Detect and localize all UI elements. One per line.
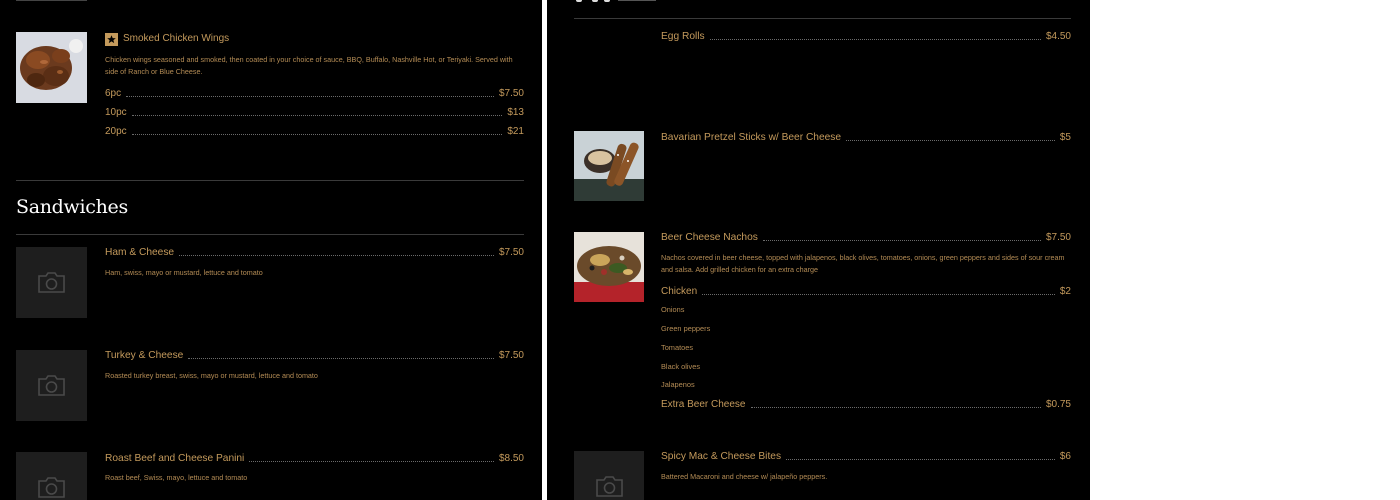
menu-item-row[interactable]: Beer Cheese Nachos $7.50 bbox=[661, 232, 1071, 244]
section-divider bbox=[16, 180, 524, 181]
chicken-wings-photo[interactable] bbox=[16, 32, 87, 103]
item-price: $4.50 bbox=[1045, 31, 1071, 42]
pretzel-sticks-photo[interactable] bbox=[574, 131, 644, 201]
wings-title-row: Smoked Chicken Wings bbox=[123, 33, 423, 45]
item-name: Ham & Cheese bbox=[105, 247, 175, 258]
addon-price: $0.75 bbox=[1045, 399, 1071, 410]
addon-label: Tomatoes bbox=[661, 343, 694, 352]
camera-icon bbox=[38, 272, 65, 293]
leader-dots bbox=[249, 461, 494, 462]
item-name: Bavarian Pretzel Sticks w/ Beer Cheese bbox=[661, 132, 842, 143]
item-name: Turkey & Cheese bbox=[105, 350, 184, 361]
menu-item-row[interactable]: Spicy Mac & Cheese Bites $6 bbox=[661, 451, 1071, 463]
option-label: 20pc bbox=[105, 126, 127, 137]
beer-cheese-nachos-photo[interactable] bbox=[574, 232, 644, 302]
menu-item-row[interactable]: Turkey & Cheese $7.50 bbox=[105, 350, 524, 362]
top-divider-stub bbox=[16, 0, 87, 1]
item-title[interactable]: Smoked Chicken Wings bbox=[123, 33, 229, 45]
wings-option-row: 10pc $13 bbox=[105, 107, 524, 119]
leader-dots bbox=[750, 407, 1041, 408]
image-placeholder bbox=[574, 451, 644, 500]
option-price: $13 bbox=[507, 107, 524, 118]
leader-dots bbox=[702, 294, 1055, 295]
item-description: Roasted turkey breast, swiss, mayo or mu… bbox=[105, 371, 318, 380]
item-price: $8.50 bbox=[498, 453, 524, 464]
item-description: Roast beef, Swiss, mayo, lettuce and tom… bbox=[105, 473, 248, 482]
item-price: $5 bbox=[1059, 132, 1071, 143]
option-price: $21 bbox=[507, 126, 524, 137]
item-name: Spicy Mac & Cheese Bites bbox=[661, 451, 782, 462]
star-icon bbox=[107, 35, 116, 44]
menu-item-row[interactable]: Egg Rolls $4.50 bbox=[661, 31, 1071, 43]
addon-label: Green peppers bbox=[661, 324, 711, 333]
menu-item-row[interactable]: Ham & Cheese $7.50 bbox=[105, 247, 524, 259]
wings-option-row: 6pc $7.50 bbox=[105, 88, 524, 100]
option-label: 6pc bbox=[105, 88, 122, 99]
wings-option-row: 20pc $21 bbox=[105, 126, 524, 138]
menu-item-row[interactable]: Roast Beef and Cheese Panini $8.50 bbox=[105, 453, 524, 465]
leader-dots bbox=[846, 140, 1055, 141]
menu-right-panel: Egg Rolls $4.50 Bavarian Pretzel Sticks … bbox=[547, 0, 1090, 500]
leader-dots bbox=[179, 255, 494, 256]
addon-label: Onions bbox=[661, 305, 685, 314]
leader-dots bbox=[762, 240, 1041, 241]
leader-dots bbox=[786, 459, 1055, 460]
leader-dots bbox=[126, 96, 494, 97]
item-name: Egg Rolls bbox=[661, 31, 705, 42]
section-heading-sandwiches: Sandwiches bbox=[16, 196, 128, 218]
image-placeholder bbox=[16, 247, 87, 318]
item-description: Battered Macaroni and cheese w/ jalapeño… bbox=[661, 472, 828, 481]
addon-label: Extra Beer Cheese bbox=[661, 399, 746, 410]
addon-label: Jalapenos bbox=[661, 380, 695, 389]
image-placeholder bbox=[16, 350, 87, 421]
addon-price: $2 bbox=[1059, 286, 1071, 297]
leader-dots bbox=[131, 115, 503, 116]
leader-dots bbox=[188, 358, 494, 359]
addon-label: Black olives bbox=[661, 362, 701, 371]
item-description: Chicken wings seasoned and smoked, then … bbox=[105, 55, 513, 76]
option-label: 10pc bbox=[105, 107, 127, 118]
option-price: $7.50 bbox=[498, 88, 524, 99]
item-price: $7.50 bbox=[498, 247, 524, 258]
camera-icon bbox=[38, 477, 65, 498]
item-name: Roast Beef and Cheese Panini bbox=[105, 453, 245, 464]
item-price: $7.50 bbox=[1045, 232, 1071, 243]
cut-off-heading-fragment bbox=[574, 0, 656, 2]
section-divider bbox=[16, 234, 524, 235]
item-price: $7.50 bbox=[498, 350, 524, 361]
item-price: $6 bbox=[1059, 451, 1071, 462]
featured-star-badge bbox=[105, 33, 118, 46]
addon-label: Chicken bbox=[661, 286, 698, 297]
leader-dots bbox=[131, 134, 503, 135]
item-name: Beer Cheese Nachos bbox=[661, 232, 758, 243]
addon-row: Chicken $2 bbox=[661, 286, 1071, 298]
addon-row: Extra Beer Cheese $0.75 bbox=[661, 399, 1071, 411]
camera-icon bbox=[596, 476, 623, 497]
leader-dots bbox=[709, 39, 1041, 40]
item-description: Nachos covered in beer cheese, topped wi… bbox=[661, 253, 1065, 274]
item-description: Ham, swiss, mayo or mustard, lettuce and… bbox=[105, 268, 263, 277]
menu-left-panel: Smoked Chicken Wings Chicken wings seaso… bbox=[0, 0, 542, 500]
section-divider bbox=[574, 18, 1071, 19]
camera-icon bbox=[38, 375, 65, 396]
image-placeholder bbox=[16, 452, 87, 500]
menu-item-row[interactable]: Bavarian Pretzel Sticks w/ Beer Cheese $… bbox=[661, 132, 1071, 144]
